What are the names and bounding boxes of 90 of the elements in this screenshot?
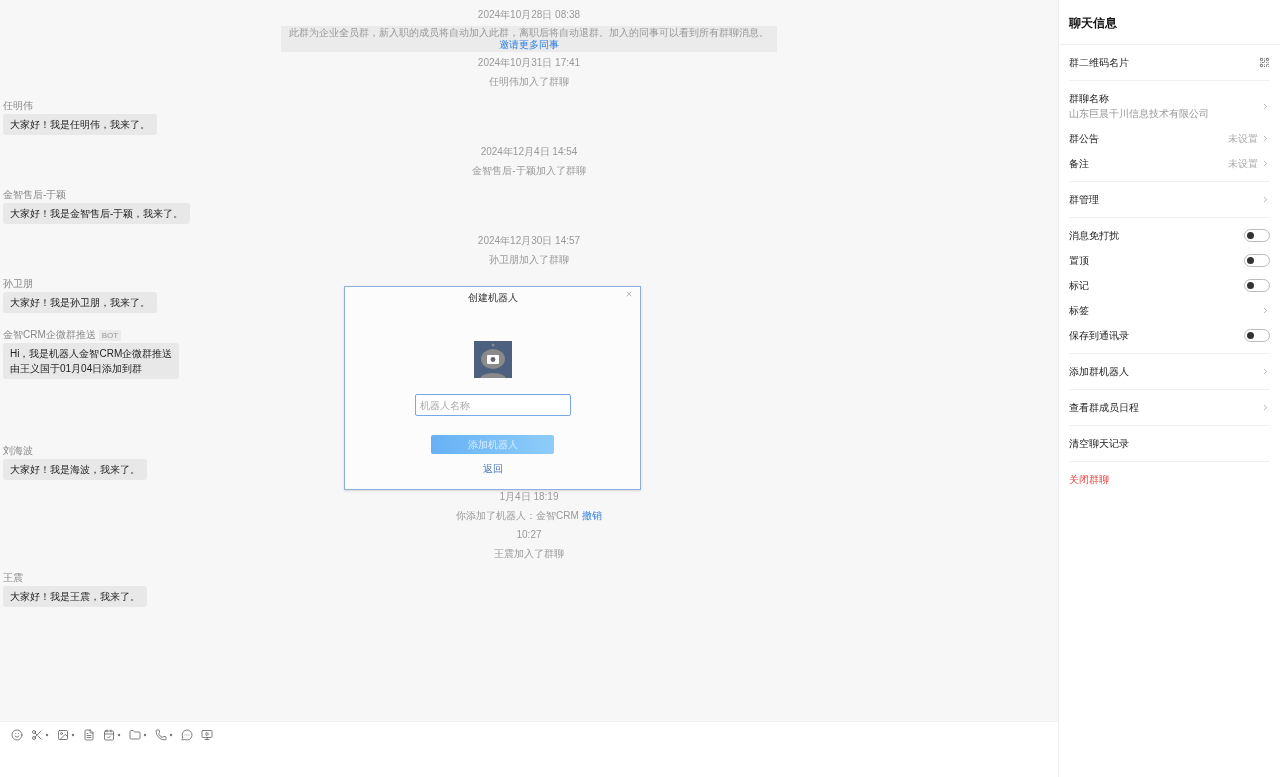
toggle-switch[interactable] — [1244, 254, 1270, 267]
emoji-icon[interactable] — [11, 729, 23, 741]
chevron-icon — [1261, 134, 1270, 143]
dropdown-icon[interactable] — [117, 733, 121, 737]
folder-icon[interactable] — [129, 729, 141, 741]
message-text: 由王义国于01月04日添加到群 — [10, 362, 144, 376]
system-message: 王震加入了群聊 — [494, 548, 564, 560]
phone-icon[interactable] — [155, 729, 167, 741]
setting-row[interactable]: 清空聊天记录 — [1069, 431, 1270, 456]
dropdown-icon[interactable] — [143, 733, 147, 737]
bot-tag: BOT — [98, 329, 122, 341]
notice-text: 此群为企业全员群，新入职的成员将自动加入此群，离职后将自动退群。加入的同事可以看到所有群聊消息。 — [289, 27, 769, 39]
setting-row[interactable]: 保存到通讯录 — [1069, 323, 1270, 348]
setting-row[interactable]: 备注 未设置 — [1069, 151, 1270, 176]
dropdown-icon[interactable] — [45, 733, 49, 737]
timestamp: 2024年10月31日 17:41 — [477, 57, 581, 69]
screen-icon[interactable] — [201, 729, 213, 741]
timestamp: 2024年12月4日 14:54 — [480, 146, 578, 158]
setting-label: 群管理 — [1069, 193, 1099, 207]
message-text: 大家好！我是任明伟，我来了。 — [10, 118, 150, 132]
setting-row[interactable]: 添加群机器人 — [1069, 359, 1270, 384]
dropdown-icon[interactable] — [71, 733, 75, 737]
timestamp: 2024年10月28日 08:38 — [477, 9, 581, 21]
setting-row[interactable]: 消息免打扰 — [1069, 223, 1270, 248]
undo-link[interactable]: 撤销 — [581, 510, 602, 522]
setting-row[interactable]: 关闭群聊 — [1069, 467, 1270, 492]
sender-name: 任明伟 — [3, 100, 33, 112]
setting-row[interactable]: 群聊名称 山东巨晨千川信息技术有限公司 — [1069, 86, 1270, 126]
setting-label: 群二维码名片 — [1069, 56, 1129, 70]
setting-row[interactable]: 群二维码名片 — [1069, 50, 1270, 75]
setting-label: 关闭群聊 — [1069, 473, 1109, 487]
setting-label: 标记 — [1069, 279, 1089, 293]
toggle-switch[interactable] — [1244, 329, 1270, 342]
setting-label: 消息免打扰 — [1069, 229, 1119, 243]
setting-value: 未设置 — [1228, 157, 1258, 171]
message-text: 大家好！我是海波，我来了。 — [10, 463, 140, 477]
setting-row[interactable]: 群管理 — [1069, 187, 1270, 212]
timestamp: 1月4日 18:19 — [499, 491, 559, 503]
message-text: 大家好！我是孙卫朋，我来了。 — [10, 296, 150, 310]
chat-bubble-icon[interactable] — [181, 729, 193, 741]
back-link[interactable]: 返回 — [482, 461, 503, 476]
toggle-switch[interactable] — [1244, 279, 1270, 292]
chevron-icon — [1261, 159, 1270, 168]
setting-label: 标签 — [1069, 304, 1089, 318]
setting-label: 清空聊天记录 — [1069, 437, 1129, 451]
robot-name-field[interactable]: 机器人名称 — [414, 394, 571, 416]
setting-label: 添加群机器人 — [1069, 365, 1129, 379]
setting-row[interactable]: 置顶 — [1069, 248, 1270, 273]
sender-name: 金智售后-于颖 — [3, 189, 67, 201]
system-message: 任明伟加入了群聊 — [489, 76, 569, 88]
sender-name: 刘海波 — [3, 445, 33, 457]
setting-value: 未设置 — [1228, 132, 1258, 146]
qr-code-icon[interactable] — [1259, 57, 1270, 68]
dialog-title: 创建机器人 — [467, 291, 518, 305]
setting-row[interactable]: 标签 — [1069, 298, 1270, 323]
message-text: Hi，我是机器人金智CRM企微群推送 — [10, 347, 173, 361]
setting-row[interactable]: 标记 — [1069, 273, 1270, 298]
chevron-icon — [1261, 403, 1270, 412]
calendar-icon[interactable] — [103, 729, 115, 741]
robot-avatar-icon[interactable] — [473, 341, 512, 378]
chevron-icon — [1261, 306, 1270, 315]
scissors-icon[interactable] — [31, 729, 43, 741]
setting-label: 群公告 — [1069, 132, 1099, 146]
panel-title: 聊天信息 — [1069, 16, 1117, 30]
setting-row[interactable]: 群公告 未设置 — [1069, 126, 1270, 151]
message-text: 大家好！我是王震，我来了。 — [10, 590, 140, 604]
setting-label: 群聊名称 — [1069, 92, 1110, 106]
timestamp: 2024年12月30日 14:57 — [477, 235, 581, 247]
system-message: 孙卫朋加入了群聊 — [489, 254, 569, 266]
chevron-icon — [1261, 195, 1270, 204]
setting-label: 保存到通讯录 — [1069, 329, 1129, 343]
message-text: 大家好！我是金智售后-于颖，我来了。 — [10, 207, 184, 221]
sender-name: 孙卫朋 — [3, 278, 33, 290]
sender-name: 王震 — [3, 572, 23, 584]
setting-label: 查看群成员日程 — [1069, 401, 1139, 415]
sender-name: 金智CRM企微群推送 — [3, 329, 96, 341]
setting-row[interactable]: 查看群成员日程 — [1069, 395, 1270, 420]
setting-label: 备注 — [1069, 157, 1089, 171]
system-message: 你添加了机器人：金智CRM — [456, 510, 579, 522]
timestamp: 10:27 — [516, 529, 542, 541]
group-name: 山东巨晨千川信息技术有限公司 — [1069, 107, 1209, 121]
chevron-icon — [1261, 101, 1270, 111]
chevron-icon — [1261, 367, 1270, 376]
document-icon[interactable] — [83, 729, 95, 741]
toggle-switch[interactable] — [1244, 229, 1270, 242]
dropdown-icon[interactable] — [169, 733, 173, 737]
setting-label: 置顶 — [1069, 254, 1089, 268]
system-message: 金智售后-于颖加入了群聊 — [472, 165, 586, 177]
invite-link[interactable]: 邀请更多同事 — [499, 39, 559, 51]
image-icon[interactable] — [57, 729, 69, 741]
